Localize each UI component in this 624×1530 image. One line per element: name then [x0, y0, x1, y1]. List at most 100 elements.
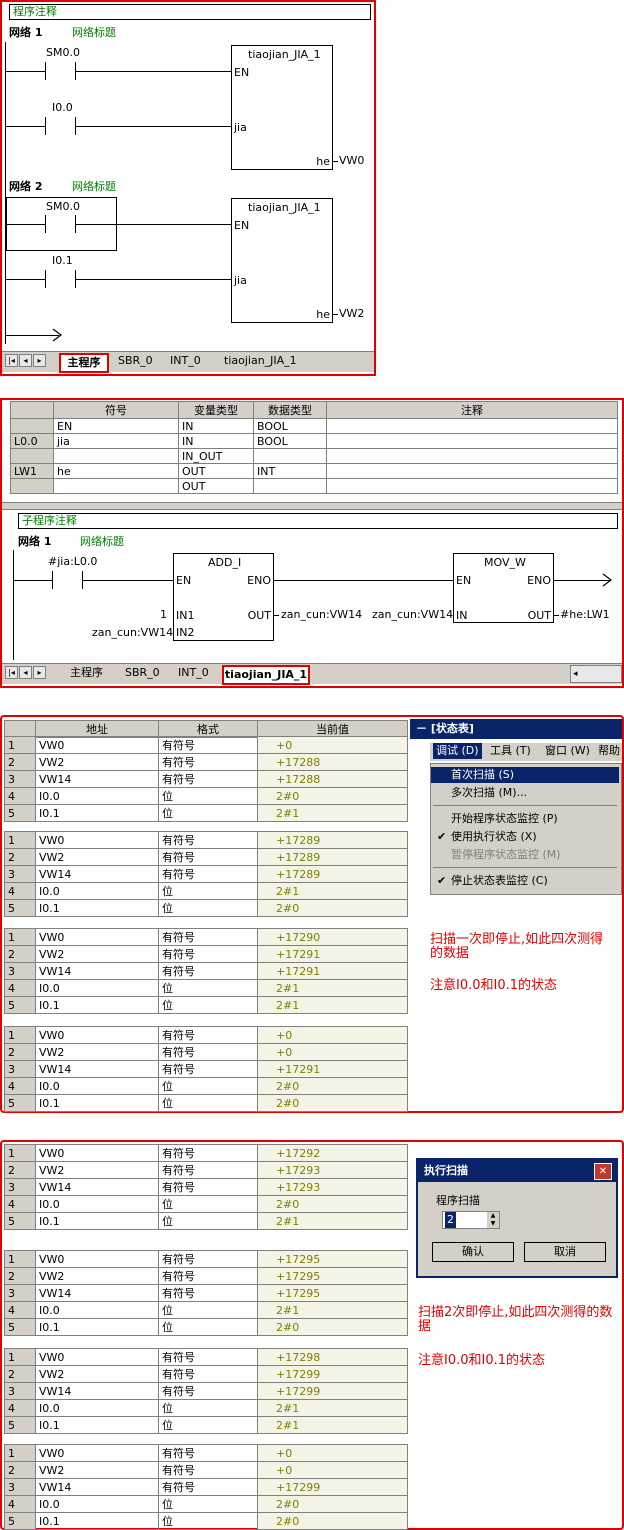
- table-row[interactable]: IN_OUT: [10, 448, 618, 464]
- table-row[interactable]: 5 I0.1 位 2#0: [4, 899, 408, 917]
- tab-int0[interactable]: INT_0: [178, 665, 209, 681]
- address-cell[interactable]: I0.0: [35, 1399, 159, 1417]
- address-cell[interactable]: VW0: [35, 1444, 159, 1462]
- format-cell[interactable]: 位: [158, 1416, 258, 1434]
- address-cell[interactable]: VW2: [35, 1365, 159, 1383]
- value-cell[interactable]: +17291: [257, 962, 408, 980]
- format-cell[interactable]: 有符号: [158, 1043, 258, 1061]
- address-cell[interactable]: I0.1: [35, 804, 159, 822]
- table-row[interactable]: 4 I0.0 位 2#0: [4, 1077, 408, 1095]
- tab-sbr0[interactable]: SBR_0: [125, 665, 160, 681]
- format-cell[interactable]: 位: [158, 1495, 258, 1513]
- format-cell[interactable]: 有符号: [158, 1060, 258, 1078]
- address-cell[interactable]: VW2: [35, 1043, 159, 1061]
- value-cell[interactable]: +17295: [257, 1250, 408, 1268]
- value-cell[interactable]: +17299: [257, 1382, 408, 1400]
- value-cell[interactable]: +17295: [257, 1267, 408, 1285]
- value-cell[interactable]: 2#0: [257, 1077, 408, 1095]
- address-cell[interactable]: I0.0: [35, 1301, 159, 1319]
- main-comment-header[interactable]: 程序注释: [9, 4, 371, 20]
- address-cell[interactable]: VW2: [35, 1161, 159, 1179]
- value-cell[interactable]: +17289: [257, 865, 408, 883]
- table-row[interactable]: 2 VW2 有符号 +17295: [4, 1267, 408, 1285]
- address-cell[interactable]: I0.0: [35, 1195, 159, 1213]
- prev-page-icon[interactable]: ◂: [19, 666, 32, 679]
- table-row[interactable]: OUT: [10, 478, 618, 494]
- value-cell[interactable]: 2#1: [257, 804, 408, 822]
- address-cell[interactable]: VW14: [35, 1382, 159, 1400]
- net1-contact2-left[interactable]: [45, 117, 46, 135]
- tab-tiaojian[interactable]: tiaojian_JIA_1: [222, 665, 310, 685]
- prev-page-icon[interactable]: ◂: [19, 354, 32, 367]
- table-row[interactable]: 4 I0.0 位 2#0: [4, 787, 408, 805]
- format-cell[interactable]: 位: [158, 1301, 258, 1319]
- net2-contact1-left[interactable]: [45, 215, 46, 233]
- value-cell[interactable]: +17291: [257, 1060, 408, 1078]
- net2-contact2-left[interactable]: [45, 270, 46, 288]
- address-cell[interactable]: I0.0: [35, 979, 159, 997]
- address-cell[interactable]: I0.1: [35, 1212, 159, 1230]
- address-cell[interactable]: VW0: [35, 736, 159, 754]
- net1-contact1-left[interactable]: [45, 62, 46, 80]
- value-cell[interactable]: +0: [257, 1026, 408, 1044]
- value-cell[interactable]: +17295: [257, 1284, 408, 1302]
- address-cell[interactable]: I0.0: [35, 787, 159, 805]
- address-cell[interactable]: VW14: [35, 770, 159, 788]
- table-row[interactable]: 2 VW2 有符号 +0: [4, 1461, 408, 1479]
- address-cell[interactable]: VW14: [35, 962, 159, 980]
- table-row[interactable]: 5 I0.1 位 2#1: [4, 1212, 408, 1230]
- table-row[interactable]: 4 I0.0 位 2#0: [4, 1495, 408, 1513]
- value-cell[interactable]: 2#0: [257, 1318, 408, 1336]
- menu-help[interactable]: 帮助: [598, 743, 620, 759]
- add-i-box[interactable]: ADD_I EN ENO IN1 OUT IN2: [173, 553, 274, 641]
- address-cell[interactable]: VW0: [35, 1144, 159, 1162]
- scan-count-stepper[interactable]: 2 ▲ ▼: [442, 1211, 500, 1229]
- address-cell[interactable]: VW2: [35, 1461, 159, 1479]
- sub-contact-left[interactable]: [52, 571, 53, 589]
- address-cell[interactable]: VW14: [35, 1178, 159, 1196]
- format-cell[interactable]: 有符号: [158, 1348, 258, 1366]
- table-row[interactable]: 5 I0.1 位 2#0: [4, 1512, 408, 1530]
- value-cell[interactable]: 2#0: [257, 899, 408, 917]
- value-cell[interactable]: 2#1: [257, 1301, 408, 1319]
- value-cell[interactable]: +17288: [257, 770, 408, 788]
- value-cell[interactable]: 2#1: [257, 979, 408, 997]
- address-cell[interactable]: VW2: [35, 848, 159, 866]
- address-cell[interactable]: VW0: [35, 928, 159, 946]
- format-cell[interactable]: 位: [158, 996, 258, 1014]
- table-row[interactable]: 1 VW0 有符号 +0: [4, 1026, 408, 1044]
- address-cell[interactable]: VW0: [35, 1026, 159, 1044]
- table-row[interactable]: EN IN BOOL: [10, 418, 618, 434]
- confirm-button[interactable]: 确认: [432, 1242, 514, 1262]
- format-cell[interactable]: 有符号: [158, 1365, 258, 1383]
- value-cell[interactable]: 2#1: [257, 1212, 408, 1230]
- menu-item-multi-scan[interactable]: 多次扫描 (M)...: [431, 785, 527, 801]
- menu-item-stop-table-monitor[interactable]: 停止状态表监控 (C): [431, 873, 548, 889]
- format-cell[interactable]: 有符号: [158, 865, 258, 883]
- value-cell[interactable]: +0: [257, 1444, 408, 1462]
- format-cell[interactable]: 位: [158, 882, 258, 900]
- value-cell[interactable]: +17291: [257, 945, 408, 963]
- menu-item-first-scan[interactable]: 首次扫描 (S): [431, 767, 619, 783]
- format-cell[interactable]: 有符号: [158, 1026, 258, 1044]
- first-page-icon[interactable]: |◂: [5, 666, 18, 679]
- value-cell[interactable]: +17293: [257, 1161, 408, 1179]
- format-cell[interactable]: 位: [158, 1399, 258, 1417]
- value-cell[interactable]: 2#0: [257, 787, 408, 805]
- value-cell[interactable]: +17299: [257, 1365, 408, 1383]
- tab-sbr0[interactable]: SBR_0: [118, 353, 153, 369]
- table-row[interactable]: 2 VW2 有符号 +17291: [4, 945, 408, 963]
- table-row[interactable]: 1 VW0 有符号 +17292: [4, 1144, 408, 1162]
- address-cell[interactable]: VW14: [35, 1478, 159, 1496]
- tab-tiaojian[interactable]: tiaojian_JIA_1: [224, 353, 297, 369]
- table-row[interactable]: 3 VW14 有符号 +17299: [4, 1478, 408, 1496]
- format-cell[interactable]: 位: [158, 1512, 258, 1530]
- tab-main[interactable]: 主程序: [59, 353, 109, 373]
- table-row[interactable]: 2 VW2 有符号 +17299: [4, 1365, 408, 1383]
- format-cell[interactable]: 位: [158, 1212, 258, 1230]
- sub-comment-header[interactable]: 子程序注释: [18, 513, 618, 529]
- menu-tools[interactable]: 工具 (T): [490, 743, 531, 759]
- address-cell[interactable]: VW0: [35, 1348, 159, 1366]
- format-cell[interactable]: 位: [158, 899, 258, 917]
- table-row[interactable]: 3 VW14 有符号 +17299: [4, 1382, 408, 1400]
